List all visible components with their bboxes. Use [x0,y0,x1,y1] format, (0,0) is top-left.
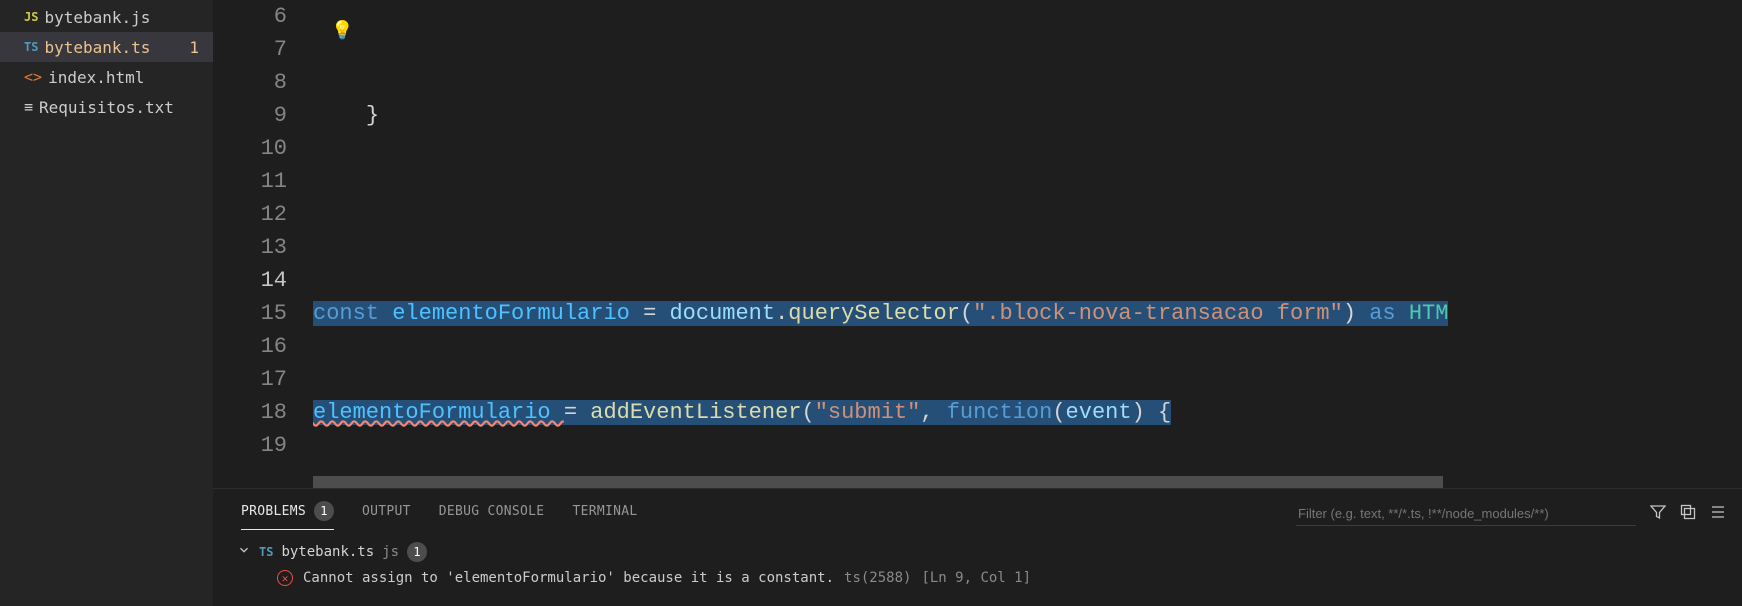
file-item-requisitos-txt[interactable]: ≡ Requisitos.txt [0,92,213,122]
problem-file-name: bytebank.ts [281,544,374,560]
collapse-icon[interactable] [1680,504,1696,524]
line-number: 6 [213,0,287,33]
tab-debug-console[interactable]: DEBUG CONSOLE [439,500,545,527]
problems-list: TS bytebank.ts js 1 ✕ Cannot assign to '… [213,534,1742,606]
menu-icon[interactable] [1710,504,1726,524]
line-number: 17 [213,363,287,396]
problems-count-badge: 1 [314,501,334,521]
lightbulb-icon[interactable]: 💡 [331,16,353,49]
line-number: 15 [213,297,287,330]
error-icon: ✕ [277,570,293,586]
line-number: 8 [213,66,287,99]
file-explorer: JS bytebank.js TS bytebank.ts 1 <> index… [0,0,213,606]
tab-output[interactable]: OUTPUT [362,500,411,527]
code-line-7 [313,198,1742,231]
problem-item[interactable]: ✕ Cannot assign to 'elementoFormulario' … [237,566,1726,590]
panel-tab-bar: PROBLEMS 1 OUTPUT DEBUG CONSOLE TERMINAL [213,489,1742,534]
line-number: 7 [213,33,287,66]
problems-filter-input[interactable] [1296,502,1636,526]
file-name: bytebank.ts [44,38,150,57]
horizontal-scrollbar[interactable] [313,476,1726,488]
problem-file-count-badge: 1 [407,542,427,562]
js-icon: JS [24,10,38,24]
line-number: 18 [213,396,287,429]
bottom-panel: PROBLEMS 1 OUTPUT DEBUG CONSOLE TERMINAL… [213,488,1742,606]
problem-code: ts(2588) [844,570,911,586]
file-item-bytebank-ts[interactable]: TS bytebank.ts 1 [0,32,213,62]
problem-file-dir: js [382,544,399,560]
html-icon: <> [24,68,42,86]
file-name: bytebank.js [44,8,150,27]
code-line-6: } [313,99,1742,132]
tab-terminal[interactable]: TERMINAL [572,500,637,527]
problem-location: [Ln 9, Col 1] [921,570,1031,586]
file-name: Requisitos.txt [39,98,174,117]
problem-message: Cannot assign to 'elementoFormulario' be… [303,570,834,586]
ts-icon: TS [24,40,38,54]
line-number: 9 [213,99,287,132]
line-number: 14 [213,264,287,297]
line-number: 11 [213,165,287,198]
tab-problems[interactable]: PROBLEMS 1 [241,497,334,530]
scrollbar-thumb[interactable] [313,476,1443,488]
line-number-gutter: 6 7 8 9 10 11 12 13 14 15 16 17 18 19 [213,0,313,488]
file-item-bytebank-js[interactable]: JS bytebank.js [0,2,213,32]
line-number: 16 [213,330,287,363]
file-item-index-html[interactable]: <> index.html [0,62,213,92]
code-content[interactable]: 💡 } const elementoFormulario = document.… [313,0,1742,488]
line-number: 19 [213,429,287,462]
problem-file-row[interactable]: TS bytebank.ts js 1 [237,538,1726,566]
code-editor[interactable]: 6 7 8 9 10 11 12 13 14 15 16 17 18 19 💡 … [213,0,1742,488]
code-line-9: elementoFormulario = addEventListener("s… [313,396,1742,429]
ts-icon: TS [259,545,273,559]
line-number: 12 [213,198,287,231]
chevron-down-icon [237,543,251,561]
code-line-8: const elementoFormulario = document.quer… [313,297,1742,330]
panel-toolbar [1296,502,1726,526]
file-name: index.html [48,68,144,87]
modified-count-badge: 1 [189,38,203,57]
text-icon: ≡ [24,98,33,116]
line-number: 13 [213,231,287,264]
tab-label: PROBLEMS [241,504,306,519]
filter-icon[interactable] [1650,504,1666,524]
line-number: 10 [213,132,287,165]
main-area: 6 7 8 9 10 11 12 13 14 15 16 17 18 19 💡 … [213,0,1742,606]
